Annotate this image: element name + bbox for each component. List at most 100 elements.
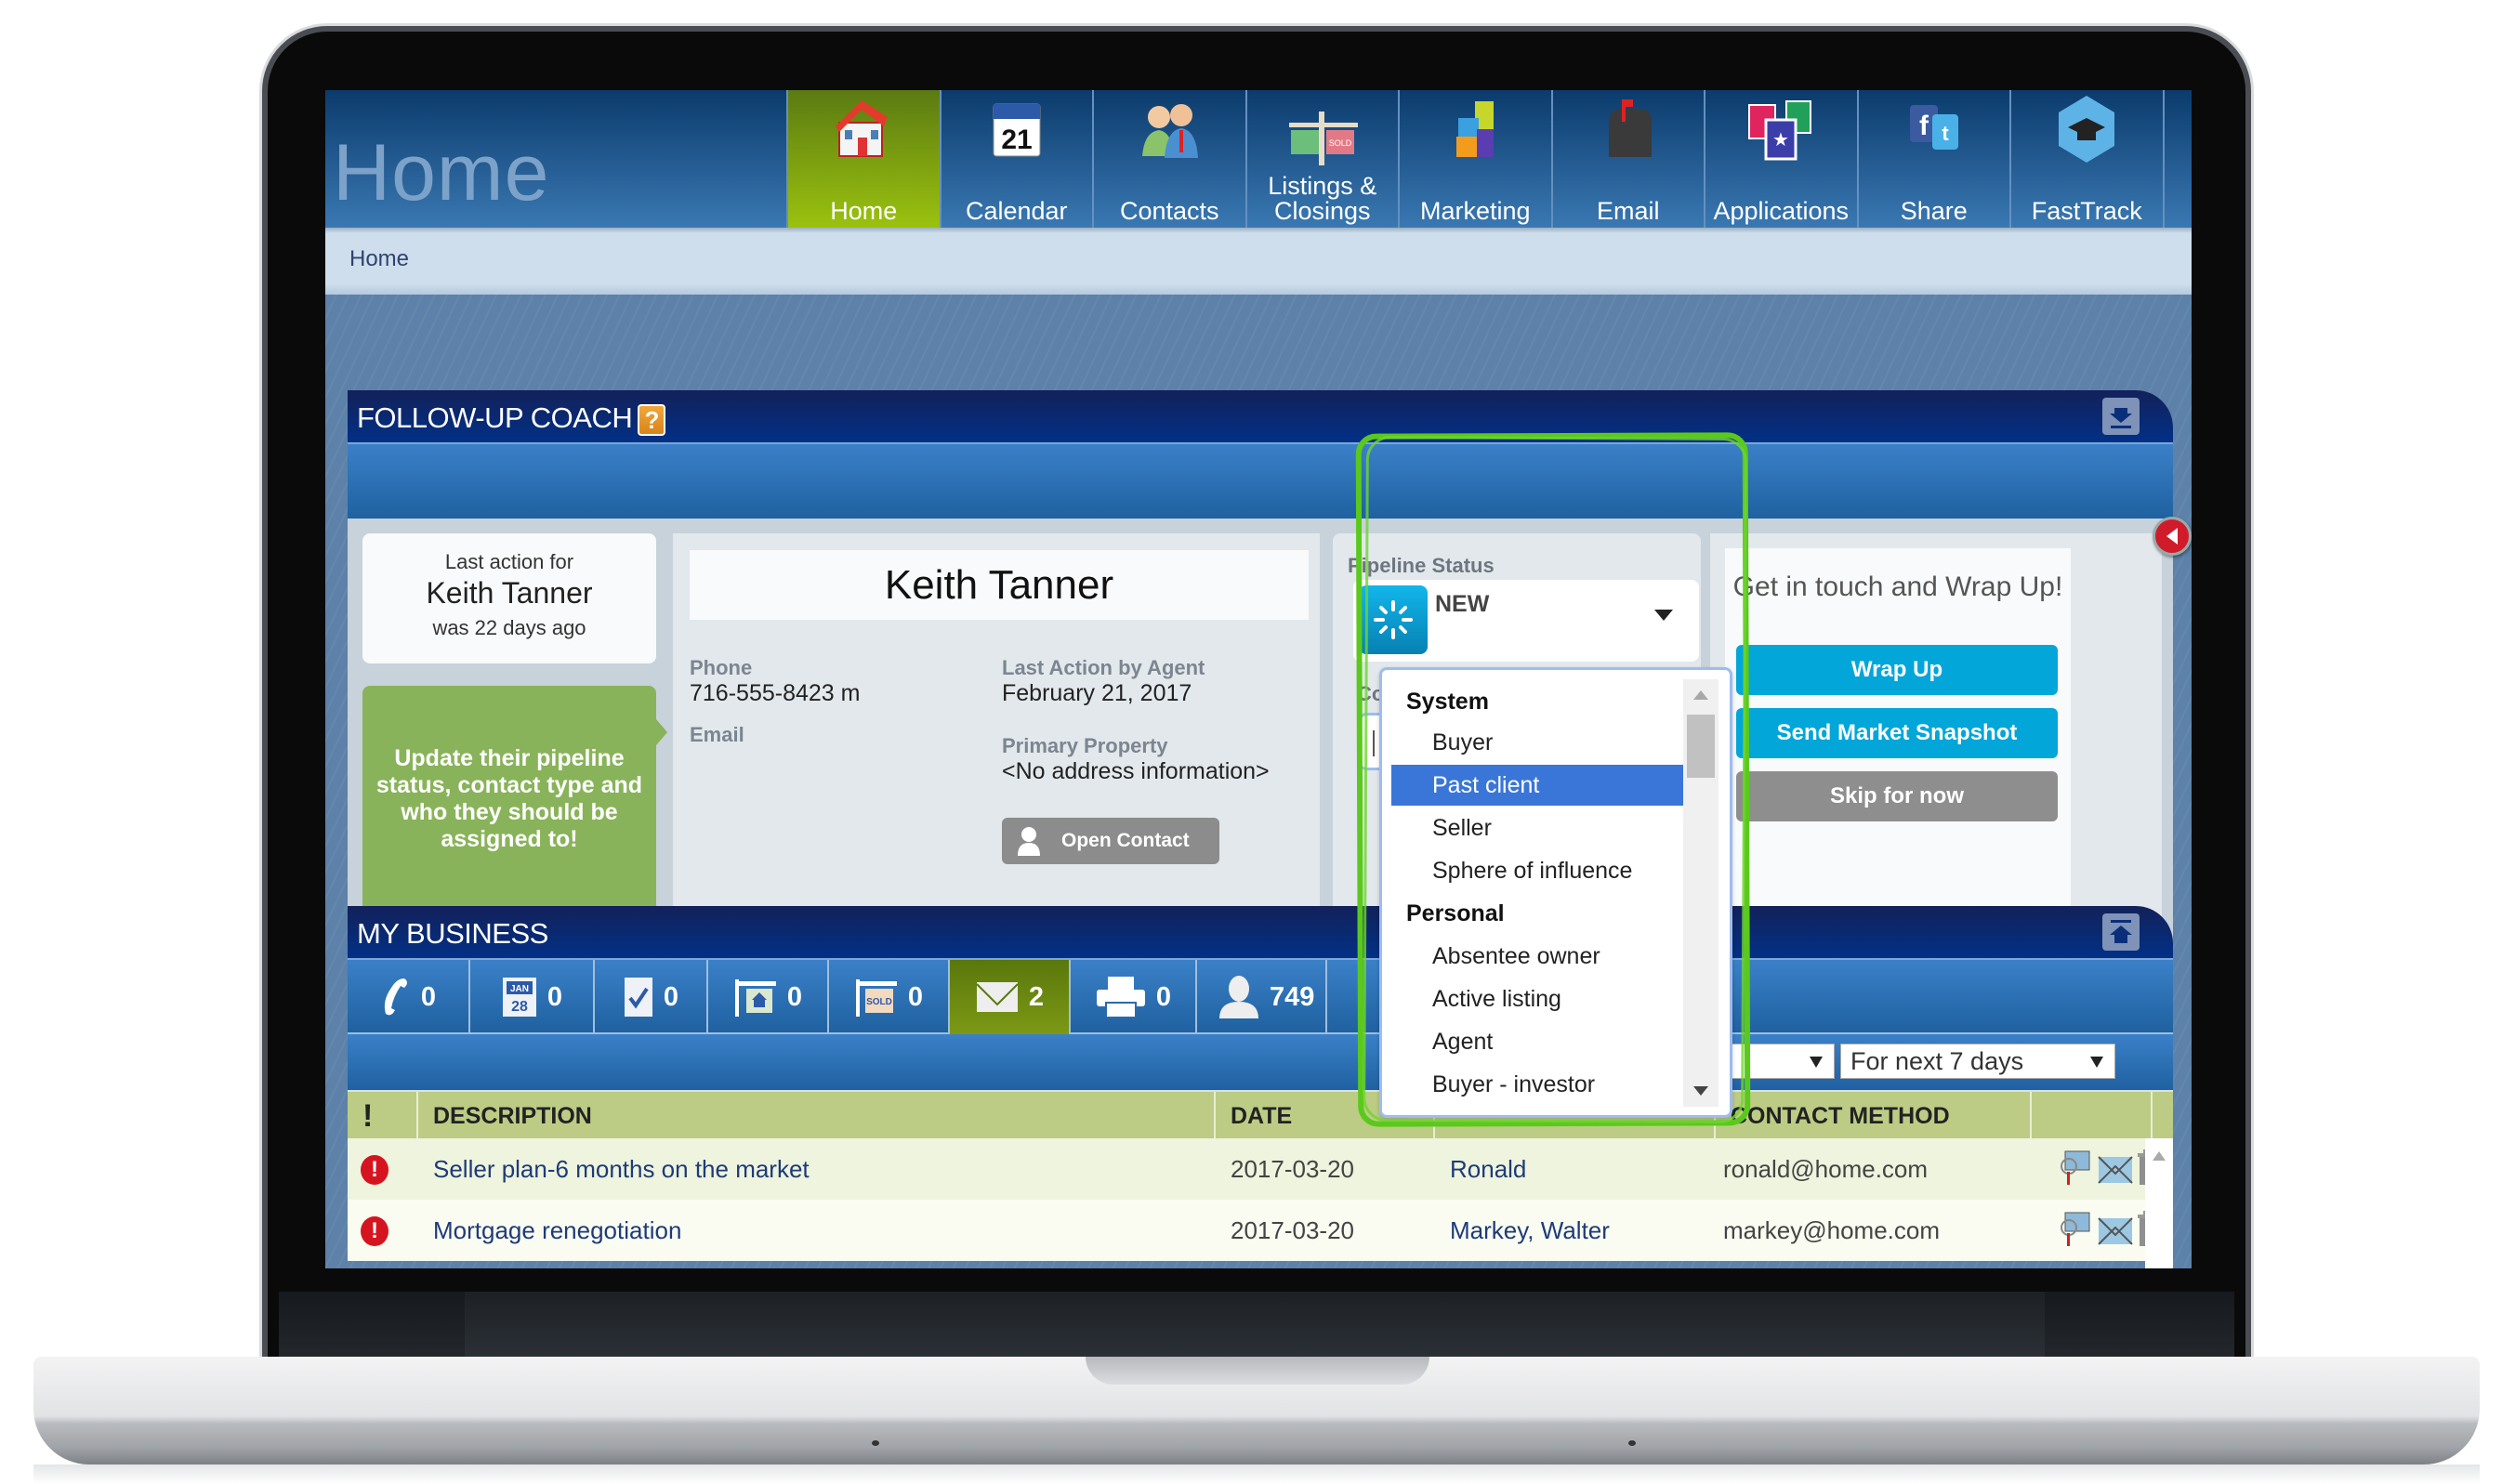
tab-listings[interactable]: 0 — [708, 960, 829, 1034]
panel-header: MY BUSINESS — [348, 906, 2173, 960]
person-icon — [1219, 976, 1258, 1018]
tab-calls[interactable]: 0 — [348, 960, 470, 1034]
preview-email-icon — [2061, 1212, 2090, 1246]
option-seller[interactable]: Seller — [1391, 808, 1687, 848]
calendar-icon-day: 21 — [1001, 125, 1032, 155]
help-icon[interactable]: ? — [638, 403, 666, 436]
tab-closings[interactable]: SOLD 0 — [829, 960, 950, 1034]
option-past-client[interactable]: Past client — [1391, 765, 1687, 806]
wrap-up-button[interactable]: Wrap Up — [1736, 645, 2058, 695]
expand-panel-button[interactable] — [2102, 913, 2140, 951]
primary-property-value: <No address information> — [1002, 758, 1270, 784]
nav-fasttrack[interactable]: FastTrack — [2009, 90, 2163, 228]
date-range-select[interactable]: For next 7 days — [1840, 1044, 2115, 1079]
calendar-day-icon: JAN 28 — [502, 978, 536, 1017]
priority-alert-icon: ! — [361, 1216, 388, 1246]
svg-text:★: ★ — [1772, 128, 1789, 151]
send-email-icon — [2098, 1217, 2133, 1245]
contact-card: Keith Tanner Phone 716-555-8423 m Email … — [673, 533, 1320, 946]
tab-tasks[interactable]: 0 — [595, 960, 708, 1034]
nav-home[interactable]: Home — [786, 90, 940, 228]
column-priority[interactable]: ! — [348, 1092, 418, 1140]
table-row[interactable]: ! Mortgage renegotiation 2017-03-20 Mark… — [348, 1200, 2173, 1261]
pipeline-status-label: Pipeline Status — [1348, 554, 1495, 577]
nav-listings-closings[interactable]: SOLD Listings & Closings — [1244, 90, 1399, 228]
breadcrumb-bar: Home — [325, 228, 2192, 295]
open-contact-button[interactable]: Open Contact — [1002, 818, 1219, 864]
pipeline-status-select[interactable]: NEW — [1353, 580, 1699, 662]
mailbox-icon — [1589, 92, 1667, 166]
person-icon — [1018, 827, 1040, 856]
main-content: FOLLOW-UP COACH? Last action for Keith T… — [325, 295, 2192, 1268]
nav-label: Listings & Closings — [1268, 172, 1377, 225]
option-buyer[interactable]: Buyer — [1391, 722, 1687, 763]
table-header: ! DESCRIPTION DATE CONTACT METHOD — [348, 1090, 2173, 1140]
nav-calendar[interactable]: 21 Calendar — [939, 90, 1093, 228]
tab-appointments[interactable]: JAN 28 0 — [470, 960, 595, 1034]
scroll-up-icon[interactable] — [1693, 690, 1708, 700]
wrap-up-title: Get in touch and Wrap Up! — [1732, 571, 2063, 602]
svg-text:f: f — [1919, 111, 1929, 141]
send-market-snapshot-button[interactable]: Send Market Snapshot — [1736, 708, 2058, 758]
email-label: Email — [690, 723, 744, 746]
scroll-up-icon[interactable] — [2153, 1151, 2166, 1161]
svg-text:SOLD: SOLD — [1328, 138, 1351, 148]
loading-spinner-icon — [1359, 585, 1428, 654]
nav-email[interactable]: Email — [1550, 90, 1705, 228]
row-description[interactable]: Seller plan-6 months on the market — [433, 1138, 810, 1200]
skip-for-now-button[interactable]: Skip for now — [1736, 771, 2058, 821]
tab-print[interactable]: 0 — [1071, 960, 1197, 1034]
column-description[interactable]: DESCRIPTION — [418, 1092, 1216, 1140]
puzzle-icon — [1436, 92, 1514, 166]
contacts-icon — [1130, 92, 1208, 166]
printer-icon — [1096, 977, 1145, 1018]
dropdown-scrollbar[interactable] — [1683, 679, 1718, 1107]
row-actions — [2058, 1211, 2158, 1248]
listing-sign-icon: SOLD — [1284, 111, 1362, 166]
nav-marketing[interactable]: Marketing — [1398, 90, 1551, 228]
nav-label: Marketing — [1419, 197, 1531, 225]
row-description[interactable]: Mortgage renegotiation — [433, 1200, 681, 1261]
coach-tip: Update their pipeline status, contact ty… — [362, 686, 667, 926]
listing-icon — [734, 979, 776, 1017]
tab-emails[interactable]: 2 — [950, 960, 1071, 1034]
graduation-cap-icon — [2048, 92, 2126, 166]
table-scrollbar[interactable] — [2145, 1138, 2173, 1268]
send-email-icon — [2098, 1156, 2133, 1184]
sold-sign-icon: SOLD — [855, 979, 897, 1017]
row-date: 2017-03-20 — [1231, 1216, 1354, 1244]
nav-applications[interactable]: ★ Applications — [1704, 90, 1857, 228]
option-agent[interactable]: Agent — [1391, 1021, 1687, 1062]
tab-contacts[interactable]: 749 — [1197, 960, 1327, 1034]
row-date: 2017-03-20 — [1231, 1155, 1354, 1183]
row-contact-method: ronald@home.com — [1723, 1155, 1929, 1183]
option-active-listing[interactable]: Active listing — [1391, 978, 1687, 1019]
wrap-up-panel: Get in touch and Wrap Up! Wrap Up Send M… — [1710, 533, 2162, 946]
scroll-thumb[interactable] — [1687, 715, 1715, 778]
option-buyer-investor[interactable]: Buyer - investor — [1391, 1064, 1687, 1105]
table-row[interactable]: ! Seller plan-6 months on the market 201… — [348, 1138, 2173, 1200]
option-sphere-of-influence[interactable]: Sphere of influence — [1391, 850, 1687, 891]
nav-share[interactable]: ft Share — [1856, 90, 2010, 228]
breadcrumb[interactable]: Home — [349, 246, 409, 272]
panel-title: FOLLOW-UP COACH — [357, 401, 633, 434]
nav-label: Share — [1900, 197, 1968, 225]
filter-row: s For next 7 days — [348, 1034, 2173, 1090]
app-screen: Home Home 21 Calendar Contacts SOLD List… — [325, 90, 2192, 1268]
page-title: Home — [333, 128, 550, 217]
row-contact[interactable]: Ronald — [1450, 1138, 1526, 1200]
envelope-icon — [976, 982, 1019, 1012]
collapse-side-button[interactable] — [2153, 517, 2192, 556]
option-absentee-owner[interactable]: Absentee owner — [1391, 936, 1687, 977]
collapse-panel-button[interactable] — [2102, 398, 2140, 435]
contact-type-dropdown[interactable]: System Buyer Past client Seller Sphere o… — [1379, 667, 1732, 1118]
phone-icon — [384, 978, 407, 1016]
nav-label: FastTrack — [2031, 197, 2142, 225]
main-nav: Home 21 Calendar Contacts SOLD Listings … — [786, 90, 2191, 228]
nav-contacts[interactable]: Contacts — [1092, 90, 1245, 228]
column-contact-method[interactable]: CONTACT METHOD — [1716, 1092, 2032, 1140]
scroll-down-icon[interactable] — [1693, 1086, 1708, 1096]
arrow-left-icon — [2166, 528, 2178, 545]
primary-property-label: Primary Property — [1002, 734, 1168, 757]
row-contact[interactable]: Markey, Walter — [1450, 1200, 1610, 1261]
